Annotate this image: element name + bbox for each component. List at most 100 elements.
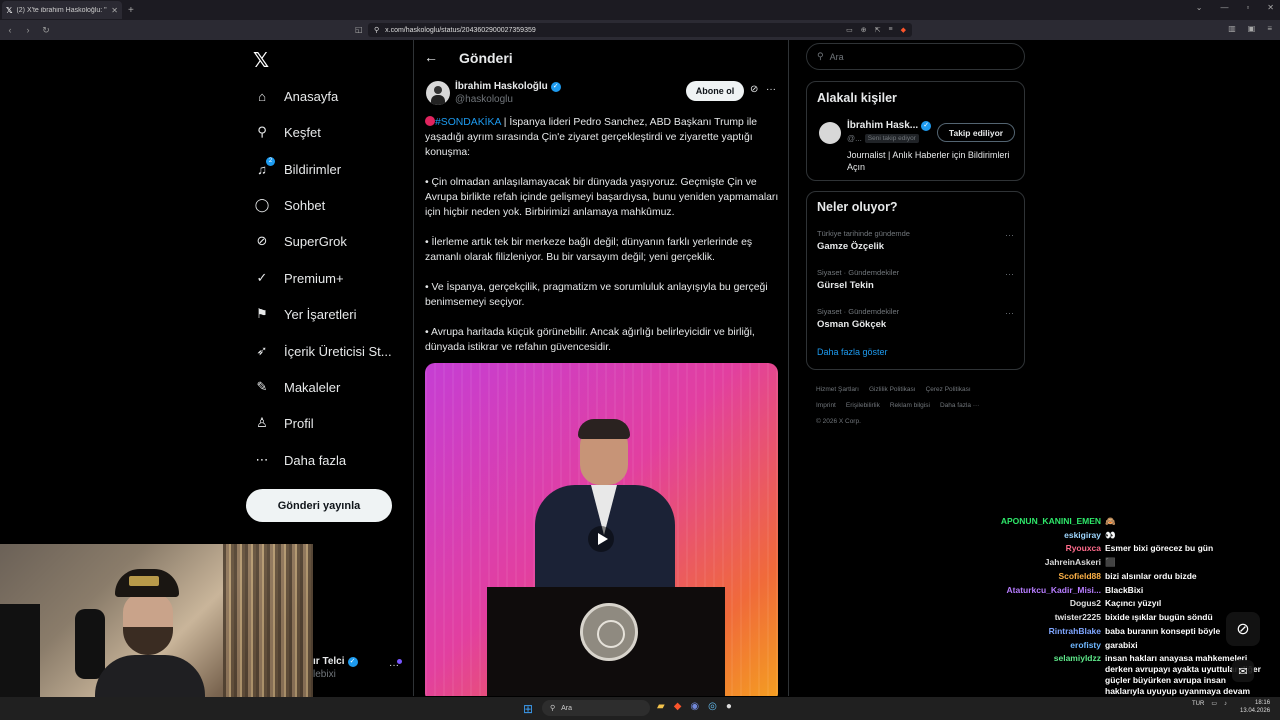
address-bar[interactable]: ⚲ x.com/haskologlu/status/20436029000273… — [368, 23, 912, 37]
back-nav-icon[interactable]: ‹ — [2, 25, 18, 35]
post-button[interactable]: Gönderi yayınla — [246, 489, 392, 522]
search-icon: ⚲ — [257, 124, 267, 139]
related-avatar[interactable] — [819, 122, 841, 144]
search-icon: ⚲ — [817, 51, 824, 61]
nav-item-supergrok[interactable]: ⊘ SuperGrok — [254, 231, 347, 251]
copyright: © 2026 X Corp. — [816, 418, 861, 425]
site-info-icon[interactable]: ⚲ — [374, 26, 379, 34]
nav-item-bookmarks[interactable]: ⚑ Yer İşaretleri — [254, 304, 357, 324]
footer-link[interactable]: Gizlilik Politikası — [869, 386, 916, 393]
bookmark-page-icon[interactable]: ◱ — [355, 25, 363, 34]
nav-label: Yer İşaretleri — [284, 306, 357, 322]
new-tab-icon[interactable]: + — [128, 5, 134, 16]
network-icon[interactable]: ▭ — [1211, 700, 1217, 707]
footer-link[interactable]: Erişilebilirlik — [846, 402, 880, 409]
chat-user: twister2225 — [1054, 612, 1101, 622]
volume-icon[interactable]: ♪ — [1224, 701, 1227, 707]
footer-link[interactable]: Imprint — [816, 402, 836, 409]
brave-browser-icon[interactable]: ◆ — [674, 701, 682, 712]
nav-item-premium[interactable]: ✓ Premium+ — [254, 268, 344, 288]
nav-item-chat[interactable]: ◯ Sohbet — [254, 195, 325, 215]
footer-link[interactable]: Daha fazla ··· — [940, 402, 979, 409]
close-window-icon[interactable]: ✕ — [1267, 3, 1274, 12]
nav-item-profile[interactable]: ♙ Profil — [254, 413, 314, 433]
share-icon[interactable]: ⇱ — [875, 26, 881, 34]
post-more-icon[interactable]: ··· — [766, 84, 776, 95]
search-input[interactable]: ⚲ Ara — [806, 43, 1025, 70]
nav-item-home[interactable]: ⌂ Anasayfa — [254, 86, 338, 106]
nav-label: Profil — [284, 415, 314, 431]
chat-message: eskigiray 👀 — [960, 530, 1280, 541]
university-seal — [580, 603, 638, 661]
chat-message: Scofield88 bizi alsınlar ordu bizde — [960, 571, 1280, 582]
system-tray: TUR ▭ ♪ — [1192, 700, 1227, 708]
cast-icon[interactable]: ▭ — [846, 26, 853, 34]
reader-icon[interactable]: ≡ — [889, 26, 893, 34]
tab-close-icon[interactable]: ✕ — [111, 6, 118, 15]
trend-more-icon[interactable]: ··· — [1005, 308, 1014, 318]
wallet-icon[interactable]: ▣ — [1248, 24, 1256, 33]
minimize-icon[interactable]: — — [1220, 3, 1228, 12]
x-logo-icon[interactable]: 𝕏 — [253, 48, 269, 73]
post-video[interactable] — [425, 363, 778, 696]
menu-icon[interactable]: ≡ — [1267, 24, 1272, 33]
steam-icon[interactable]: ◎ — [708, 701, 717, 712]
clock[interactable]: 18:16 13.04.2026 — [1240, 699, 1270, 715]
chat-text: 🙈 — [1105, 516, 1116, 526]
trend-more-icon[interactable]: ··· — [1005, 269, 1014, 279]
trend-name[interactable]: Gürsel Tekin — [817, 280, 874, 291]
forward-nav-icon[interactable]: › — [20, 25, 36, 35]
subscribe-button[interactable]: Abone ol — [686, 81, 744, 101]
grok-float-icon[interactable]: ⊘ — [1226, 612, 1260, 646]
nav-label: SuperGrok — [284, 233, 347, 249]
input-language[interactable]: TUR — [1192, 701, 1204, 707]
url-text[interactable]: x.com/haskologlu/status/2043602900027359… — [385, 27, 840, 34]
footer-link[interactable]: Çerez Politikası — [926, 386, 971, 393]
footer-link[interactable]: Reklam bilgisi — [890, 402, 930, 409]
trend-name[interactable]: Osman Gökçek — [817, 319, 886, 330]
following-button[interactable]: Takip ediliyor — [937, 123, 1015, 142]
nav-label: Keşfet — [284, 124, 321, 140]
windows-start-icon[interactable]: ⊞ — [523, 702, 533, 716]
verified-icon: ✓ — [921, 120, 932, 131]
maximize-icon[interactable]: ▫ — [1246, 3, 1249, 12]
chat-message: APONUN_KANINI_EMEN 🙈 — [960, 516, 1280, 527]
grok-explain-icon[interactable]: ⊘ — [750, 84, 758, 95]
tab-list-icon[interactable]: ⌄ — [1196, 3, 1203, 12]
footer-link[interactable]: Hizmet Şartları — [816, 386, 859, 393]
play-icon[interactable] — [588, 526, 614, 552]
trend-more-icon[interactable]: ··· — [1005, 230, 1014, 240]
related-name[interactable]: İbrahim Hask... ✓ — [847, 120, 932, 131]
discord-icon[interactable]: ◉ — [690, 701, 699, 712]
obs-icon[interactable]: ● — [726, 701, 732, 712]
account-name[interactable]: ır Telci ✓ — [313, 656, 358, 667]
nav-item-explore[interactable]: ⚲ Keşfet — [254, 122, 321, 142]
file-explorer-icon[interactable]: ▰ — [657, 701, 665, 712]
account-status-dot — [397, 659, 402, 664]
reload-icon[interactable]: ↻ — [38, 25, 54, 36]
nav-item-more[interactable]: ⋯ Daha fazla — [254, 450, 347, 470]
hashtag-link[interactable]: #SONDAKİKA — [435, 117, 501, 128]
zoom-icon[interactable]: ⊕ — [861, 26, 867, 34]
author-handle[interactable]: @haskologlu — [455, 94, 513, 105]
nav-item-notifications[interactable]: ♫ 2 Bildirimler — [254, 156, 341, 179]
author-name[interactable]: İbrahim Haskoloğlu ✓ — [455, 81, 561, 92]
premium-icon: ✓ — [256, 270, 268, 285]
messages-float-icon[interactable]: ✉ — [1232, 660, 1254, 682]
taskbar-search[interactable]: ⚲ Ara — [542, 700, 650, 716]
chat-text: 👀 — [1105, 530, 1116, 540]
red-circle-icon — [425, 116, 435, 126]
chat-user: Dogus2 — [1069, 598, 1101, 608]
nav-item-creator-studio[interactable]: ➶ İçerik Üreticisi St... — [254, 341, 392, 361]
windows-taskbar: ⊞ ⚲ Ara ▰ ◆ ◉ ◎ ● TUR ▭ ♪ 18:16 13.04.20… — [0, 697, 1280, 720]
post-column: ← Gönderi İbrahim Haskoloğlu ✓ @haskolog… — [413, 40, 789, 696]
brave-shield-icon[interactable]: ◆ — [901, 26, 906, 34]
author-avatar[interactable] — [426, 81, 450, 105]
trend-name[interactable]: Gamze Özçelik — [817, 241, 884, 252]
browser-tab[interactable]: 𝕏 (2) X'te ibrahim Haskoloğlu: " ✕ — [2, 1, 122, 19]
nav-item-articles[interactable]: ✎ Makaleler — [254, 377, 341, 397]
show-more-link[interactable]: Daha fazla göster — [817, 347, 888, 357]
chat-user: erofisty — [1070, 640, 1101, 650]
sidebar-toggle-icon[interactable]: ▥ — [1228, 24, 1236, 33]
back-arrow-icon[interactable]: ← — [424, 49, 438, 65]
